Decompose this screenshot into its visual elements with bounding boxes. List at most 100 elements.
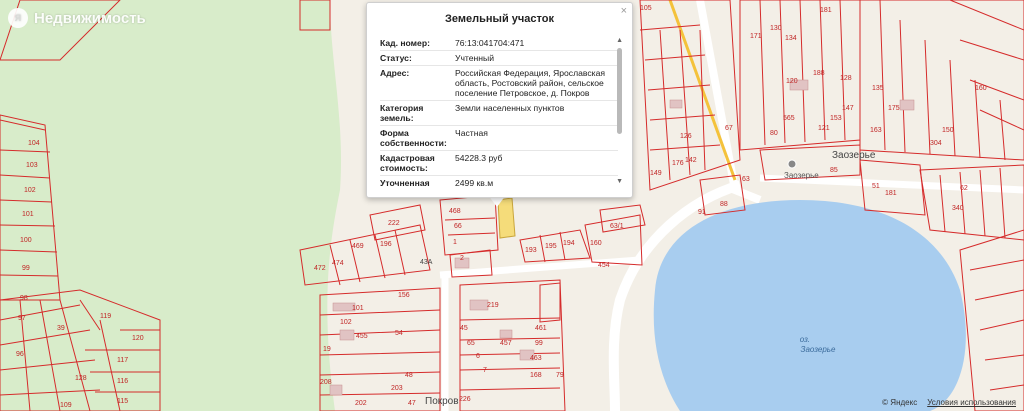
- parcel-number: 171: [750, 33, 762, 40]
- info-row-status: Статус: Учтенный: [380, 51, 618, 66]
- parcel-number: 202: [355, 400, 367, 407]
- road: [439, 256, 641, 279]
- yandex-logo-icon: Я: [8, 8, 28, 28]
- parcel-number: 66: [454, 223, 462, 230]
- parcel-number: 109: [60, 402, 72, 409]
- parcel-number: 147: [842, 105, 854, 112]
- parcel-number: 65: [467, 340, 475, 347]
- bus-stop-icon[interactable]: [787, 159, 797, 169]
- parcel-number: 226: [459, 396, 471, 403]
- parcel-number: 128: [75, 375, 87, 382]
- parcel-number: 196: [380, 241, 392, 248]
- info-label: Категория земель:: [380, 103, 424, 123]
- parcel-number: 98: [20, 295, 28, 302]
- parcel-number: 565: [783, 115, 795, 122]
- info-value: Частная: [455, 128, 488, 138]
- parcel-number: 48: [405, 372, 413, 379]
- parcel-number: 102: [24, 187, 36, 194]
- parcel-number: 468: [449, 208, 461, 215]
- parcel-number: 194: [563, 240, 575, 247]
- parcel-info-table[interactable]: Кад. номер: 76:13:041704:471 Статус: Учт…: [380, 36, 618, 186]
- parcel-number: 88: [720, 201, 728, 208]
- parcel-number: 2: [460, 255, 464, 262]
- parcel-number: 63: [742, 176, 750, 183]
- parcel-number: 181: [885, 190, 897, 197]
- parcel-number: 1: [453, 239, 457, 246]
- parcel-number: 175: [888, 105, 900, 112]
- info-value: Учтенный: [455, 53, 495, 63]
- parcel-number: 181: [820, 7, 832, 14]
- info-row-cadastral-value: Кадастровая стоимость: 54228.3 руб: [380, 151, 618, 176]
- parcel-number: 120: [786, 78, 798, 85]
- parcel-number: 457: [500, 340, 512, 347]
- parcel-number: 469: [352, 243, 364, 250]
- map-footer: © Яндекс Условия использования: [882, 398, 1016, 407]
- yandex-copyright[interactable]: © Яндекс: [882, 398, 917, 407]
- close-icon[interactable]: ×: [621, 5, 627, 17]
- parcel-number: 195: [545, 243, 557, 250]
- info-label: Кад. номер:: [380, 38, 430, 48]
- parcel-number: 203: [391, 385, 403, 392]
- parcel-number: 168: [530, 372, 542, 379]
- brand-logo[interactable]: Я Недвижимость: [8, 8, 146, 28]
- terms-link[interactable]: Условия использования: [927, 398, 1016, 407]
- parcel-number: 340: [952, 205, 964, 212]
- parcel-number: 102: [340, 319, 352, 326]
- parcel-number: 193: [525, 247, 537, 254]
- parcel-number: 219: [487, 302, 499, 309]
- parcel-number: 104: [28, 140, 40, 147]
- parcel-number: 176: [672, 160, 684, 167]
- parcel-number: 463: [530, 355, 542, 362]
- forest-area: [0, 0, 342, 411]
- parcel-number: 79: [556, 372, 564, 379]
- info-label: Адрес:: [380, 68, 410, 78]
- brand-name: Недвижимость: [34, 9, 146, 27]
- parcel-number: 105: [640, 5, 652, 12]
- scroll-down-arrow-icon[interactable]: ▼: [616, 178, 623, 185]
- info-row-address: Адрес: Российская Федерация, Ярославская…: [380, 66, 618, 101]
- info-row-area: Уточненная площадь: 2499 кв.м: [380, 176, 618, 186]
- info-row-land-category: Категория земель: Земли населенных пункт…: [380, 101, 618, 126]
- parcel-number: 121: [818, 125, 830, 132]
- parcel-number: 117: [117, 357, 128, 364]
- parcel-number: 160: [975, 85, 987, 92]
- parcel-number: 85: [830, 167, 838, 174]
- parcel-number: 96: [16, 351, 24, 358]
- parcel-number: 97: [18, 315, 26, 322]
- parcel-number: 149: [650, 170, 662, 177]
- parcel-number: 19: [323, 346, 331, 353]
- scroll-up-arrow-icon[interactable]: ▲: [616, 37, 623, 44]
- info-value: Земли населенных пунктов: [455, 103, 565, 113]
- lake: [653, 200, 966, 411]
- parcel-number: 222: [388, 220, 400, 227]
- info-row-cadastral-number: Кад. номер: 76:13:041704:471: [380, 36, 618, 51]
- parcel-number: 80: [770, 130, 778, 137]
- info-row-ownership: Форма собственности: Частная: [380, 126, 618, 151]
- parcel-number: 208: [320, 379, 332, 386]
- parcel-number: 150: [942, 127, 954, 134]
- stop-label-zaozerye: Заозерье: [784, 171, 819, 180]
- parcel-number: 115: [117, 398, 128, 405]
- parcel-number: 156: [398, 292, 410, 299]
- parcel-number: 153: [830, 115, 842, 122]
- parcel-number: 100: [20, 237, 32, 244]
- parcel-number: 188: [813, 70, 825, 77]
- parcel-number: 62: [960, 185, 968, 192]
- parcel-number: 47: [408, 400, 416, 407]
- popup-scrollbar[interactable]: [617, 48, 622, 134]
- parcel-number: 99: [535, 340, 543, 347]
- info-value: 76:13:041704:471: [455, 38, 525, 48]
- village-label-zaozerye: Заозерье: [832, 150, 876, 161]
- parcel-number: 472: [314, 265, 326, 272]
- info-label: Статус:: [380, 53, 412, 63]
- parcel-number: 134: [785, 35, 797, 42]
- parcel-number: 7: [483, 367, 487, 374]
- parcel-number: 160: [590, 240, 602, 247]
- parcel-number: 142: [685, 157, 697, 164]
- parcel-number: 67: [725, 125, 733, 132]
- info-value: Российская Федерация, Ярославская област…: [455, 68, 606, 98]
- village-label-pokrov: Покров: [425, 396, 459, 407]
- parcel-number: 54: [395, 330, 403, 337]
- parcel-number: 119: [100, 313, 111, 320]
- house-label-43a: 43А: [420, 259, 433, 266]
